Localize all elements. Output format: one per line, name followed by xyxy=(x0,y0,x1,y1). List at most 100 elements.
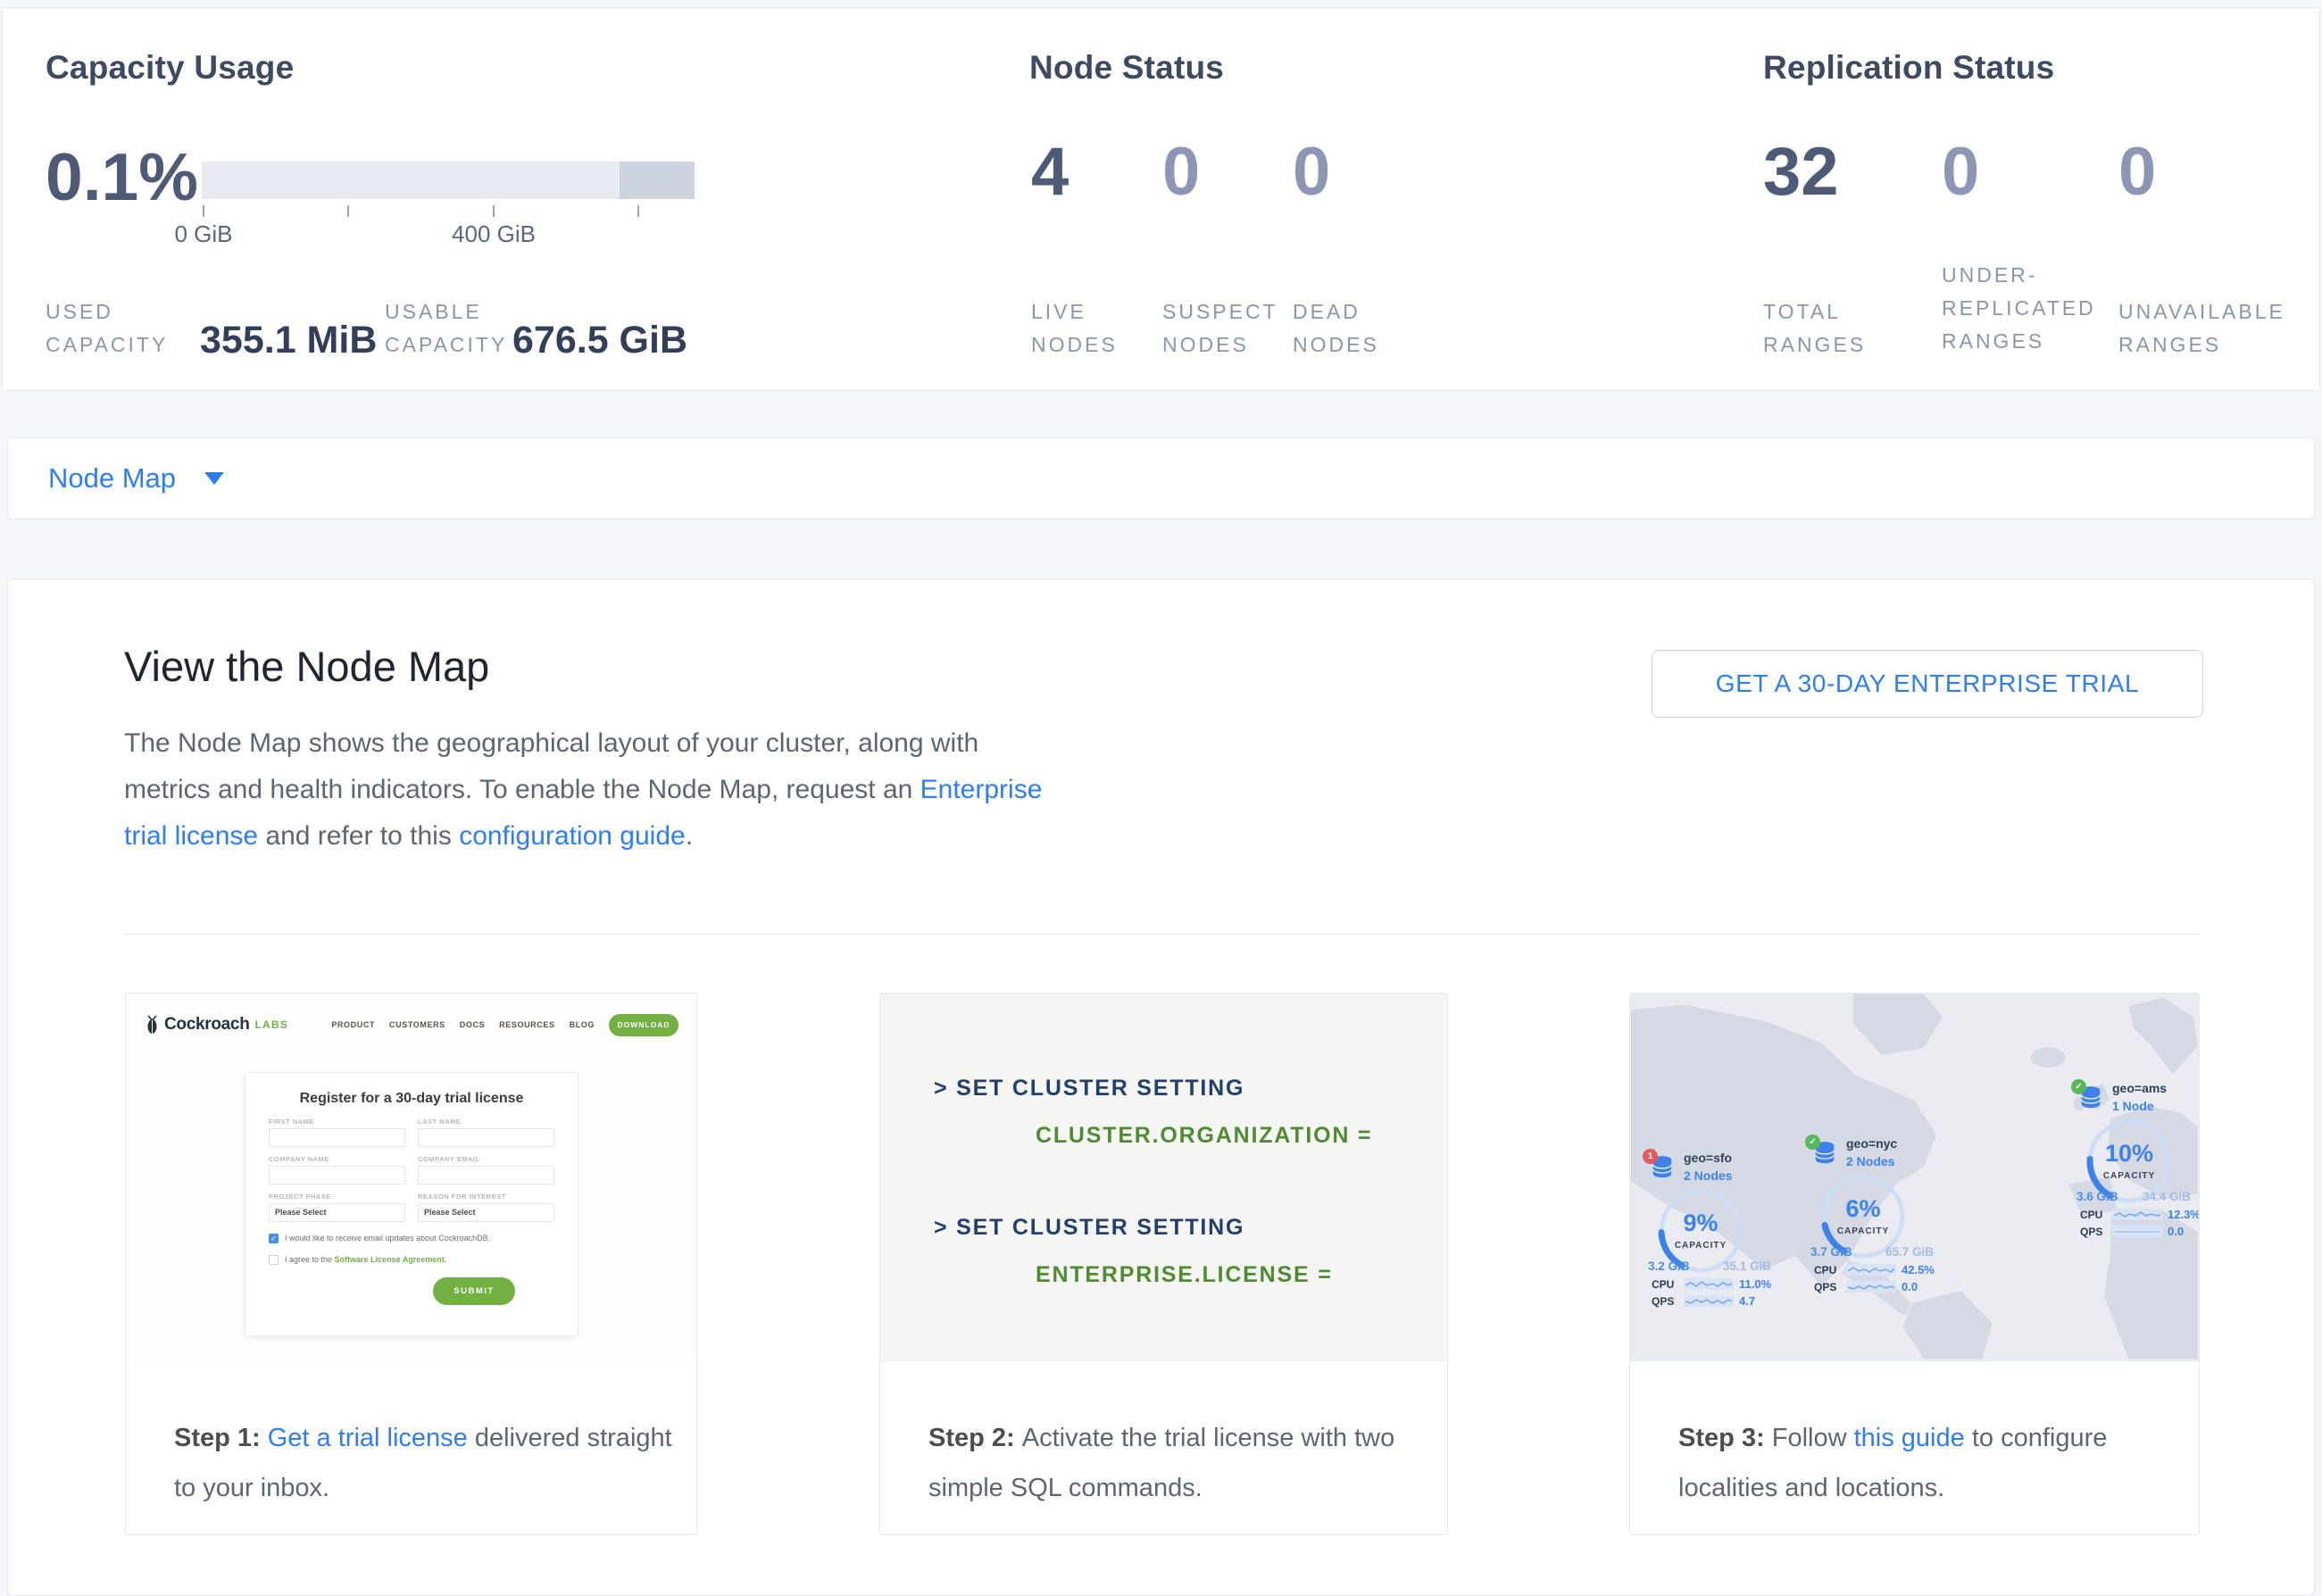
usable-capacity-value: 676.5 GiB xyxy=(512,319,687,362)
axis-tick xyxy=(493,205,495,217)
sparkline xyxy=(1684,1278,1734,1290)
step-1-card: Cockroach LABS PRODUCT CUSTOMERS DOCS RE… xyxy=(125,993,697,1535)
screenshot-site-header: Cockroach LABS PRODUCT CUSTOMERS DOCS RE… xyxy=(146,1004,678,1045)
step-1-caption: Step 1: Get a trial license delivered st… xyxy=(126,1361,696,1513)
brand-name: Cockroach xyxy=(164,1015,250,1035)
axis-tick-label: 400 GiB xyxy=(452,220,536,248)
cpu-row: CPU 42.5% xyxy=(1814,1263,1935,1276)
axis-tick xyxy=(347,205,349,217)
total-ranges-label: TOTALRANGES xyxy=(1763,295,1866,362)
capacity-label: CAPACITY xyxy=(1818,1226,1908,1236)
live-nodes-count: 4 xyxy=(1031,133,1069,211)
enterprise-trial-license-link[interactable]: Enterprise xyxy=(920,775,1043,804)
sql-prompt-line: > SET CLUSTER SETTING xyxy=(934,1076,1447,1101)
chevron-down-icon xyxy=(204,472,224,485)
configuration-guide-link[interactable]: configuration guide xyxy=(459,821,686,851)
live-nodes-label: LIVENODES xyxy=(1031,295,1118,362)
suspect-nodes-label: SUSPECTNODES xyxy=(1162,295,1278,362)
nav-item: CUSTOMERS xyxy=(389,1020,445,1029)
error-badge: 1 xyxy=(1643,1149,1658,1164)
sql-prompt-line: > SET CLUSTER SETTING xyxy=(934,1215,1447,1241)
capacity-usage-bar xyxy=(202,162,695,199)
qps-row: QPS 4.7 xyxy=(1652,1294,1755,1308)
used-capacity-label: USED CAPACITY xyxy=(46,295,168,362)
enterprise-trial-license-link[interactable]: trial license xyxy=(124,821,258,851)
project-phase-select: Please Select xyxy=(269,1203,405,1222)
checkbox-checked-icon: ✓ xyxy=(269,1234,279,1243)
sparkline xyxy=(1846,1264,1896,1276)
view-selector-bar: Node Map xyxy=(7,437,2315,520)
node-count: 2 Nodes xyxy=(1684,1168,1732,1183)
brand-suffix: LABS xyxy=(255,1018,288,1031)
last-name-field xyxy=(418,1128,554,1147)
capacity-used-percent: 0.1% xyxy=(46,138,198,215)
nav-item: DOCS xyxy=(460,1020,485,1029)
license-agreement-checkbox-row: I agree to the Software License Agreemen… xyxy=(269,1255,554,1265)
cockroach-labs-logo: Cockroach LABS xyxy=(146,1015,288,1035)
axis-tick xyxy=(637,205,639,217)
map-node-sfo: 1 geo=sfo 2 Nodes 9% CAPACITY 3.2 GiB 35… xyxy=(1643,1151,1777,1316)
capacity-usage-title: Capacity Usage xyxy=(46,49,294,87)
first-name-field xyxy=(269,1128,405,1147)
step-2-caption: Step 2: Activate the trial license with … xyxy=(880,1361,1447,1513)
healthy-badge: ✓ xyxy=(1805,1135,1820,1150)
capacity-values: 3.2 GiB 35.1 GiB xyxy=(1648,1259,1771,1273)
trial-signup-screenshot: Cockroach LABS PRODUCT CUSTOMERS DOCS RE… xyxy=(126,993,696,1361)
sql-commands-illustration: > SET CLUSTER SETTING CLUSTER.ORGANIZATI… xyxy=(880,993,1447,1361)
sql-setting-line: CLUSTER.ORGANIZATION = xyxy=(1036,1123,1447,1149)
node-count: 1 Node xyxy=(2112,1099,2154,1113)
nav-item: RESOURCES xyxy=(499,1020,554,1029)
node-map-preview: 1 geo=sfo 2 Nodes 9% CAPACITY 3.2 GiB 35… xyxy=(1630,993,2199,1361)
step-3-caption: Step 3: Follow this guide to configure l… xyxy=(1630,1361,2199,1513)
trial-license-form: Register for a 30-day trial license FIRS… xyxy=(245,1072,578,1336)
total-ranges-count: 32 xyxy=(1763,133,1839,211)
get-enterprise-trial-button[interactable]: GET A 30-DAY ENTERPRISE TRIAL xyxy=(1652,650,2203,718)
field-label: FIRST NAME xyxy=(269,1118,405,1126)
locality-name: geo=ams xyxy=(2112,1081,2167,1095)
map-node-ams: ✓ geo=ams 1 Node 10% CAPACITY 3.6 GiB 34… xyxy=(2071,1081,2196,1246)
software-license-agreement-link: Software License Agreement. xyxy=(335,1255,447,1264)
company-name-field xyxy=(269,1166,405,1185)
submit-pill-button: SUBMIT xyxy=(433,1277,515,1305)
unavailable-ranges-count: 0 xyxy=(2118,133,2156,211)
map-node-nyc: ✓ geo=nyc 2 Nodes 6% CAPACITY 3.7 GiB 65… xyxy=(1805,1136,1939,1301)
sql-setting-line: ENTERPRISE.LICENSE = xyxy=(1036,1262,1447,1288)
node-map-description: The Node Map shows the geographical layo… xyxy=(124,720,1042,860)
cockroach-bug-icon xyxy=(146,1015,159,1035)
dead-nodes-count: 0 xyxy=(1293,133,1330,211)
field-label: COMPANY EMAIL xyxy=(418,1155,554,1163)
under-replicated-ranges-label: UNDER-REPLICATEDRANGES xyxy=(1942,259,2096,358)
cluster-summary-panel: Capacity Usage 0.1% 0 GiB 400 GiB USED C… xyxy=(2,7,2320,391)
node-map-dropdown-label: Node Map xyxy=(48,462,176,495)
field-label: REASON FOR INTEREST xyxy=(418,1193,554,1201)
get-trial-license-link[interactable]: Get a trial license xyxy=(268,1424,468,1452)
node-status-title: Node Status xyxy=(1029,49,1224,87)
field-label: PROJECT PHASE xyxy=(269,1193,405,1201)
nav-item: PRODUCT xyxy=(331,1020,375,1029)
capacity-label: CAPACITY xyxy=(1656,1241,1745,1251)
locality-name: geo=sfo xyxy=(1684,1151,1732,1165)
sparkline xyxy=(2112,1209,2162,1220)
replication-status-title: Replication Status xyxy=(1763,49,2054,87)
healthy-badge: ✓ xyxy=(2071,1079,2086,1094)
node-map-intro-panel: View the Node Map The Node Map shows the… xyxy=(7,578,2315,1596)
axis-tick xyxy=(203,205,204,217)
capacity-percent: 9% xyxy=(1656,1209,1745,1237)
this-guide-link[interactable]: this guide xyxy=(1854,1424,1965,1452)
node-map-dropdown[interactable]: Node Map xyxy=(48,438,224,519)
sparkline xyxy=(1684,1295,1734,1307)
used-capacity-value: 355.1 MiB xyxy=(200,319,377,362)
capacity-label: CAPACITY xyxy=(2085,1171,2174,1181)
dead-nodes-label: DEADNODES xyxy=(1293,295,1379,362)
capacity-values: 3.7 GiB 65.7 GiB xyxy=(1810,1245,1934,1259)
capacity-percent: 6% xyxy=(1818,1195,1908,1223)
sparkline xyxy=(1846,1281,1896,1293)
field-label: COMPANY NAME xyxy=(269,1155,405,1163)
axis-tick-label: 0 GiB xyxy=(174,220,232,248)
form-title: Register for a 30-day trial license xyxy=(269,1091,554,1107)
screenshot-site-nav: PRODUCT CUSTOMERS DOCS RESOURCES BLOG xyxy=(331,1020,595,1029)
usable-capacity-label: USABLE CAPACITY xyxy=(385,295,507,362)
qps-row: QPS 0.0 xyxy=(2080,1225,2184,1238)
unavailable-ranges-label: UNAVAILABLERANGES xyxy=(2118,295,2285,362)
page-title: View the Node Map xyxy=(124,642,489,691)
